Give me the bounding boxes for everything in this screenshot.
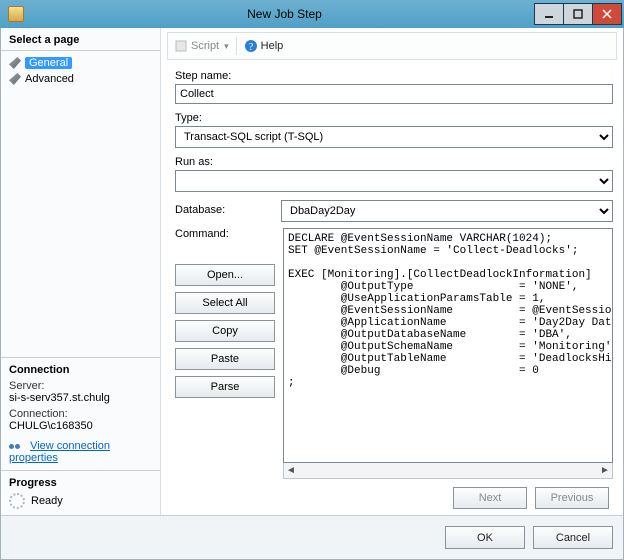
minimize-button[interactable] bbox=[534, 3, 564, 25]
left-panel: Select a page General Advanced Connectio… bbox=[1, 28, 161, 515]
script-button[interactable]: Script ▾ bbox=[174, 39, 229, 53]
wrench-icon bbox=[9, 73, 21, 85]
progress-status: Ready bbox=[31, 495, 63, 507]
next-button[interactable]: Next bbox=[453, 487, 527, 509]
page-list: General Advanced bbox=[1, 51, 160, 91]
cancel-button[interactable]: Cancel bbox=[533, 526, 613, 549]
scroll-left-arrow-icon: ◄ bbox=[284, 465, 298, 476]
paste-button[interactable]: Paste bbox=[175, 348, 275, 370]
type-label: Type: bbox=[175, 112, 613, 124]
progress-section: Progress Ready bbox=[1, 470, 160, 515]
page-item-general[interactable]: General bbox=[5, 55, 156, 71]
copy-button[interactable]: Copy bbox=[175, 320, 275, 342]
help-button[interactable]: ? Help bbox=[244, 39, 284, 53]
view-connection-properties-link[interactable]: View connection properties bbox=[9, 440, 110, 464]
previous-button[interactable]: Previous bbox=[535, 487, 609, 509]
connection-label: Connection: bbox=[9, 408, 152, 420]
toolbar-separator bbox=[236, 37, 237, 55]
database-select[interactable]: DbaDay2Day bbox=[281, 200, 613, 222]
step-name-label: Step name: bbox=[175, 70, 613, 82]
right-panel: Script ▾ ? Help Step name: Type: Trans bbox=[161, 28, 623, 515]
runas-select[interactable] bbox=[175, 170, 613, 192]
parse-button[interactable]: Parse bbox=[175, 376, 275, 398]
command-label: Command: bbox=[175, 228, 275, 240]
svg-text:?: ? bbox=[248, 42, 253, 53]
type-select[interactable]: Transact-SQL script (T-SQL) bbox=[175, 126, 613, 148]
connection-header: Connection bbox=[9, 364, 152, 376]
script-label: Script bbox=[191, 40, 219, 52]
script-icon bbox=[174, 39, 188, 53]
server-label: Server: bbox=[9, 380, 152, 392]
app-icon bbox=[8, 6, 24, 22]
progress-spinner-icon bbox=[9, 493, 25, 509]
title-bar: New Job Step bbox=[0, 0, 624, 28]
select-page-header: Select a page bbox=[1, 28, 160, 51]
server-value: si-s-serv357.st.chulg bbox=[9, 392, 152, 404]
dialog-button-bar: OK Cancel bbox=[1, 515, 623, 559]
command-textarea[interactable] bbox=[283, 228, 613, 463]
close-button[interactable] bbox=[592, 3, 622, 25]
help-label: Help bbox=[261, 40, 284, 52]
open-button[interactable]: Open... bbox=[175, 264, 275, 286]
window-title: New Job Step bbox=[34, 7, 535, 21]
connection-section: Connection Server: si-s-serv357.st.chulg… bbox=[1, 357, 160, 470]
help-icon: ? bbox=[244, 39, 258, 53]
page-item-label: Advanced bbox=[25, 73, 74, 85]
command-h-scrollbar[interactable]: ◄ ► bbox=[283, 463, 613, 479]
page-item-label: General bbox=[25, 57, 72, 69]
scroll-right-arrow-icon: ► bbox=[598, 465, 612, 476]
connection-value: CHULG\c168350 bbox=[9, 420, 152, 432]
select-all-button[interactable]: Select All bbox=[175, 292, 275, 314]
database-label: Database: bbox=[175, 204, 275, 216]
wrench-icon bbox=[9, 57, 21, 69]
progress-header: Progress bbox=[9, 477, 152, 489]
runas-label: Run as: bbox=[175, 156, 613, 168]
people-icon bbox=[9, 440, 23, 452]
step-name-input[interactable] bbox=[175, 84, 613, 104]
page-item-advanced[interactable]: Advanced bbox=[5, 71, 156, 87]
maximize-button[interactable] bbox=[563, 3, 593, 25]
chevron-down-icon: ▾ bbox=[224, 41, 229, 52]
toolbar: Script ▾ ? Help bbox=[167, 32, 617, 60]
ok-button[interactable]: OK bbox=[445, 526, 525, 549]
